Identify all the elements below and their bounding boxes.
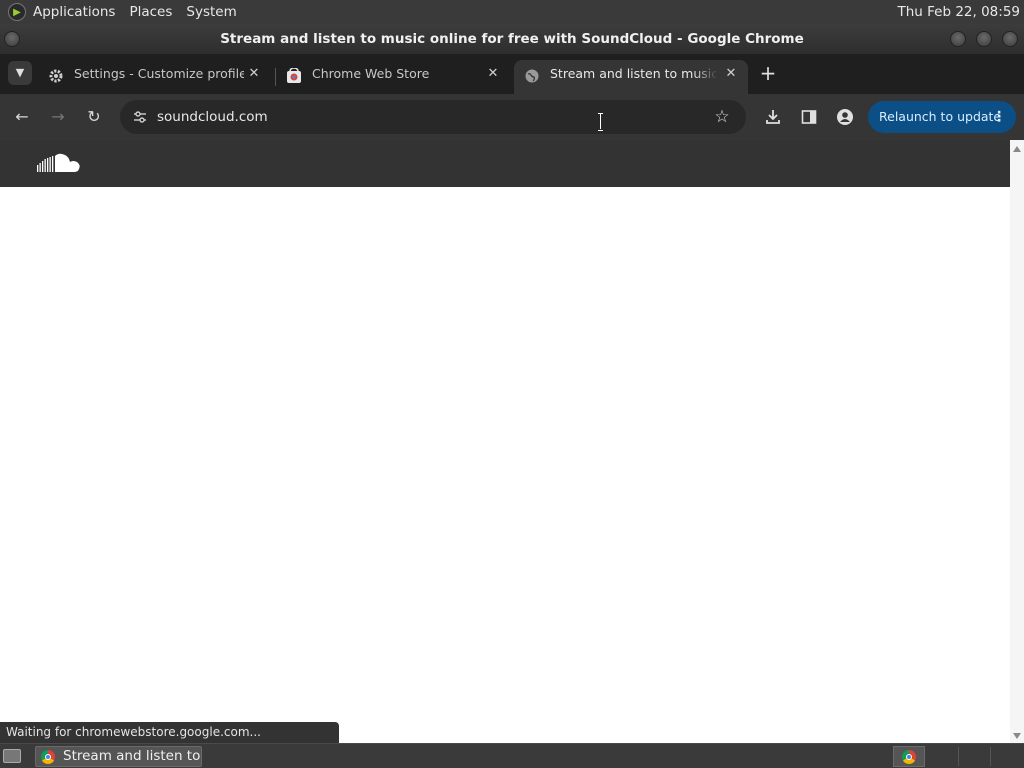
profile-icon[interactable]	[833, 105, 857, 129]
side-panel-icon[interactable]	[797, 105, 821, 129]
window-title: Stream and listen to music online for fr…	[220, 31, 804, 47]
toolbar: ← → ↻ soundcloud.com ☆ Relaunch to updat…	[0, 94, 1024, 140]
site-info-icon[interactable]	[128, 105, 152, 129]
address-bar[interactable]: soundcloud.com ☆	[120, 100, 746, 134]
arrow-left-icon: ←	[15, 107, 29, 126]
show-desktop-icon[interactable]	[3, 749, 21, 763]
relaunch-label: Relaunch to update	[879, 109, 1002, 124]
bookmark-star-icon[interactable]: ☆	[710, 105, 734, 129]
taskbar-window-button[interactable]: Stream and listen to...	[35, 746, 202, 767]
tab-search-button[interactable]: ▼	[8, 61, 32, 85]
chrome-web-store-icon	[286, 67, 302, 84]
menu-places[interactable]: Places	[122, 0, 179, 24]
text-cursor-icon	[598, 113, 604, 131]
tab-chrome-web-store[interactable]: Chrome Web Store ✕	[276, 60, 510, 94]
window-title-bar[interactable]: Stream and listen to music online for fr…	[0, 24, 1024, 54]
download-icon[interactable]	[761, 105, 785, 129]
maximize-button[interactable]	[976, 31, 992, 47]
reload-icon: ↻	[87, 107, 101, 126]
workspace-divider	[958, 747, 959, 766]
tab-label: Settings - Customize profile	[74, 66, 244, 81]
chrome-icon	[902, 750, 916, 764]
gear-icon	[48, 68, 64, 84]
scroll-down-icon[interactable]	[1013, 733, 1021, 739]
page-viewport[interactable]	[0, 140, 1010, 743]
status-bubble: Waiting for chromewebstore.google.com...	[0, 722, 339, 743]
tab-label: Chrome Web Store	[312, 66, 430, 81]
menu-applications[interactable]: Applications	[26, 0, 122, 24]
close-icon[interactable]: ✕	[246, 66, 262, 82]
soundcloud-logo-icon[interactable]	[36, 152, 82, 174]
back-button[interactable]: ←	[10, 105, 34, 129]
tab-label: Stream and listen to music or	[550, 66, 718, 81]
more-menu-icon[interactable]: ⋮	[992, 101, 1006, 133]
minimize-button[interactable]	[950, 31, 966, 47]
close-window-button[interactable]	[1002, 31, 1018, 47]
soundcloud-header	[0, 140, 1010, 187]
url-text[interactable]: soundcloud.com	[157, 100, 268, 134]
clock[interactable]: Thu Feb 22, 08:59	[897, 0, 1020, 24]
chrome-icon	[41, 750, 55, 764]
window-menu-button[interactable]	[4, 31, 20, 47]
arrow-right-icon: →	[51, 107, 65, 126]
workspace-switcher[interactable]	[893, 746, 925, 767]
menu-system[interactable]: System	[179, 0, 243, 24]
scroll-up-icon[interactable]	[1013, 146, 1021, 152]
vertical-scrollbar[interactable]	[1010, 140, 1024, 743]
plus-icon: +	[759, 61, 777, 85]
workspace-divider	[990, 747, 991, 766]
taskbar-window-label: Stream and listen to...	[63, 748, 202, 764]
close-icon[interactable]: ✕	[485, 66, 501, 82]
reload-button[interactable]: ↻	[82, 105, 106, 129]
distro-logo-icon[interactable]: ▶	[8, 3, 26, 21]
close-icon[interactable]: ✕	[723, 66, 739, 82]
globe-icon	[524, 68, 540, 84]
top-panel: ▶ Applications Places System Thu Feb 22,…	[0, 0, 1024, 24]
tab-settings[interactable]: Settings - Customize profile ✕	[38, 60, 272, 94]
chevron-down-icon: ▼	[15, 66, 25, 79]
forward-button[interactable]: →	[46, 105, 70, 129]
tab-soundcloud[interactable]: Stream and listen to music or ✕	[514, 60, 748, 94]
bottom-taskbar: Stream and listen to...	[0, 743, 1024, 768]
relaunch-to-update-button[interactable]: Relaunch to update ⋮	[868, 101, 1016, 133]
tab-strip: ▼ Settings - Customize profile ✕ Chrome …	[0, 54, 1024, 94]
new-tab-button[interactable]: +	[756, 62, 780, 86]
